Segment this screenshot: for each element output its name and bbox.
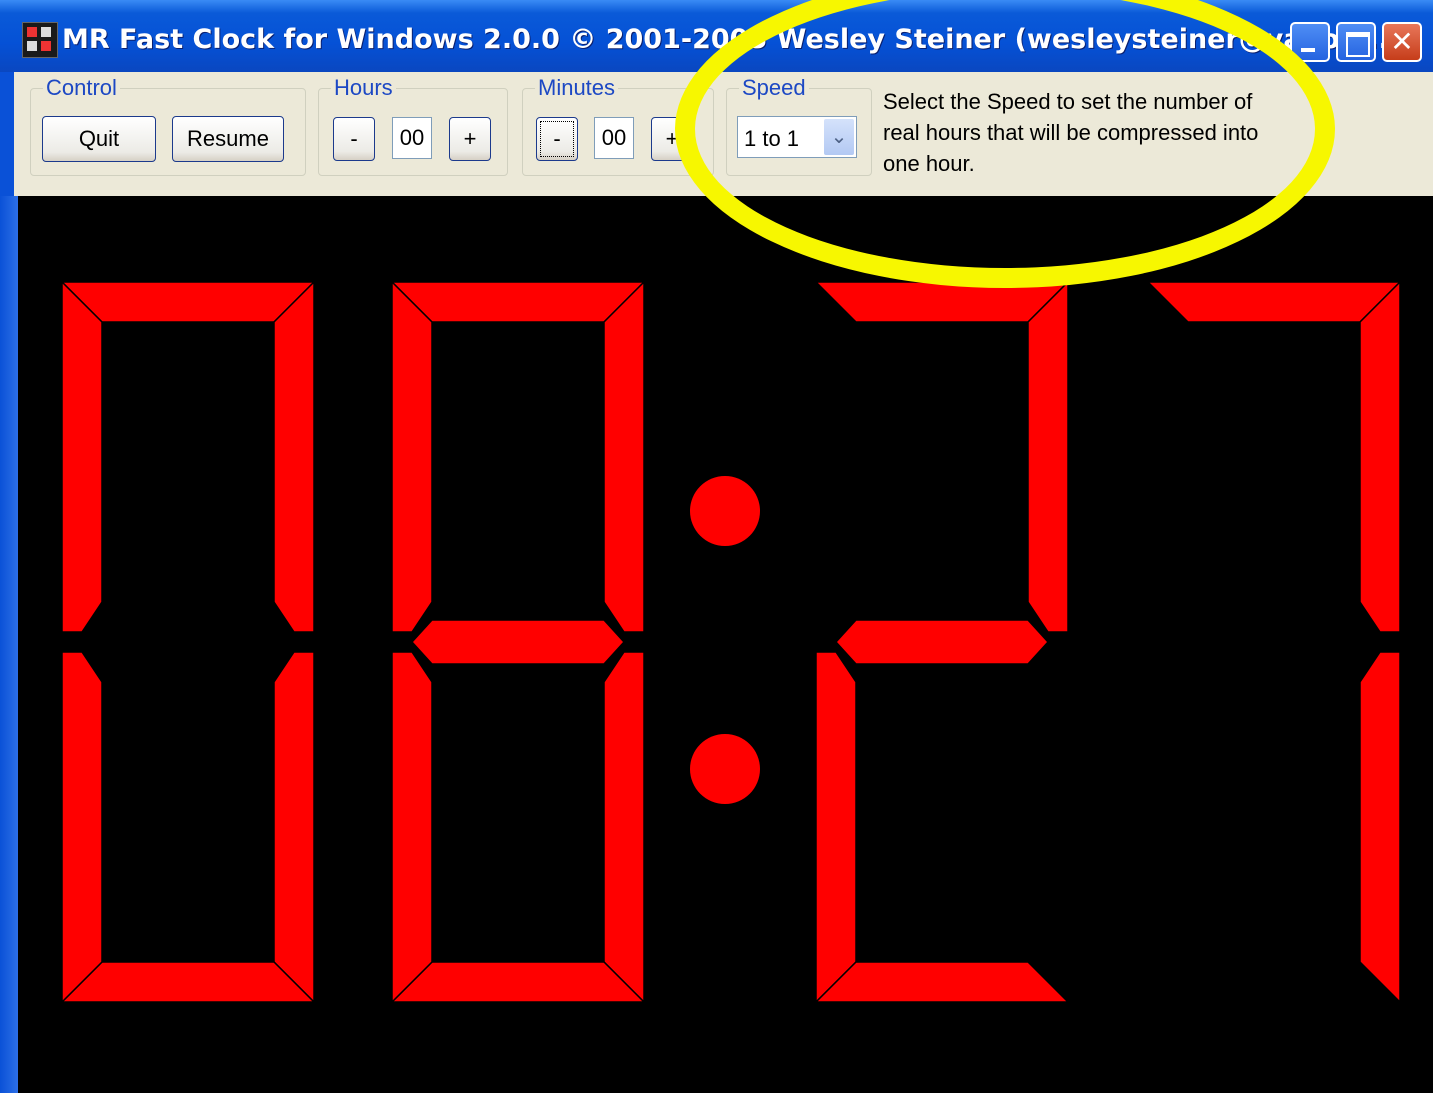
digit-2-segment-e	[815, 651, 857, 1004]
window-left-border	[0, 196, 18, 1093]
minimize-button[interactable]	[1290, 22, 1330, 62]
minutes-increment-button[interactable]: +	[651, 117, 693, 161]
speed-select[interactable]: 1 to 1 ⌄	[737, 116, 857, 158]
minutes-decrement-button[interactable]: -	[536, 117, 578, 161]
digit-0-segment-a	[60, 281, 316, 323]
digit-1-segment-c	[603, 651, 645, 1004]
title-bar[interactable]: MR Fast Clock for Windows 2.0.0 © 2001-2…	[0, 0, 1433, 72]
digit-2-segment-b	[1027, 280, 1069, 633]
colon-dot-bottom	[690, 734, 760, 804]
speed-selected-value: 1 to 1	[744, 126, 800, 151]
clock-display	[18, 196, 1433, 1093]
window-title: MR Fast Clock for Windows 2.0.0 © 2001-2…	[62, 24, 1389, 55]
minutes-field[interactable]: 00	[594, 117, 634, 159]
app-icon[interactable]	[22, 22, 58, 58]
digit-0-segment-e	[61, 651, 103, 1004]
digit-3-segment-a	[1146, 281, 1402, 323]
colon-dot-top	[690, 476, 760, 546]
control-legend: Control	[43, 75, 120, 101]
speed-legend: Speed	[739, 75, 809, 101]
chevron-down-icon[interactable]: ⌄	[824, 119, 854, 155]
minutes-legend: Minutes	[535, 75, 619, 101]
digit-1-segment-e	[391, 651, 433, 1004]
quit-button[interactable]: Quit	[42, 116, 156, 162]
digit-1-segment-f	[391, 280, 433, 633]
app-window: MR Fast Clock for Windows 2.0.0 © 2001-2…	[0, 0, 1433, 1093]
hours-increment-button[interactable]: +	[449, 117, 491, 161]
hours-field[interactable]: 00	[392, 117, 432, 159]
digit-0-segment-b	[273, 280, 315, 633]
hours-decrement-button[interactable]: -	[333, 117, 375, 161]
maximize-button[interactable]	[1336, 22, 1376, 62]
digit-2-segment-g	[834, 619, 1050, 665]
digit-3-segment-b	[1359, 280, 1401, 633]
digit-1-segment-b	[603, 280, 645, 633]
digit-1-segment-d	[390, 961, 646, 1003]
digit-2-segment-a	[814, 281, 1070, 323]
resume-button[interactable]: Resume	[172, 116, 284, 162]
hours-legend: Hours	[331, 75, 396, 101]
digit-0-segment-f	[61, 280, 103, 633]
close-button[interactable]: ✕	[1382, 22, 1422, 62]
digit-1-segment-g	[410, 619, 626, 665]
seven-segment-clock	[60, 280, 1402, 1004]
digit-1-segment-a	[390, 281, 646, 323]
digit-0-segment-c	[273, 651, 315, 1004]
digit-0-segment-d	[60, 961, 316, 1003]
minimize-icon	[1301, 48, 1315, 52]
speed-hint-text: Select the Speed to set the number of re…	[883, 89, 1259, 176]
close-icon: ✕	[1390, 25, 1414, 58]
digit-3-segment-c	[1359, 651, 1401, 1004]
maximize-icon	[1346, 32, 1370, 57]
digit-2-segment-d	[814, 961, 1070, 1003]
